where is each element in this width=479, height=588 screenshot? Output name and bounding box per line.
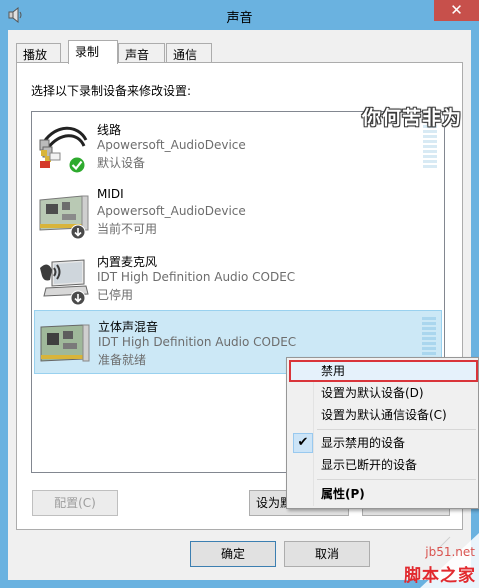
menu-separator	[317, 479, 476, 480]
device-name: MIDI	[97, 187, 124, 201]
sound-card-icon	[40, 324, 90, 362]
default-check-icon	[68, 156, 86, 174]
menu-item-set-default[interactable]: 设置为默认设备(D)	[289, 382, 478, 404]
down-arrow-icon	[70, 290, 86, 306]
menu-item-show-disabled[interactable]: ✔ 显示禁用的设备	[289, 432, 478, 454]
title-bar[interactable]: 声音 ✕	[0, 0, 479, 30]
close-button[interactable]: ✕	[434, 0, 479, 21]
context-menu: 禁用 设置为默认设备(D) 设置为默认通信设备(C) ✔ 显示禁用的设备 显示已…	[286, 357, 479, 509]
down-arrow-icon	[70, 224, 86, 240]
device-midi[interactable]: MIDI Apowersoft_AudioDevice 当前不可用	[34, 180, 442, 244]
watermark-domain: jb51.net	[425, 545, 475, 559]
overlay-caption: 你何苦非为	[362, 107, 463, 129]
device-driver: Apowersoft_AudioDevice	[97, 138, 246, 152]
menu-item-properties[interactable]: 属性(P)	[289, 483, 478, 505]
device-status: 准备就绪	[98, 353, 147, 367]
device-status: 当前不可用	[97, 222, 158, 236]
device-driver: IDT High Definition Audio CODEC	[97, 270, 296, 284]
cancel-button[interactable]: 取消	[284, 541, 370, 567]
device-name: 线路	[97, 123, 122, 137]
window-title: 声音	[226, 11, 253, 26]
menu-separator	[317, 429, 476, 430]
device-driver: IDT High Definition Audio CODEC	[98, 335, 297, 349]
ok-button[interactable]: 确定	[190, 541, 276, 567]
configure-button[interactable]: 配置(C)	[32, 490, 118, 516]
check-icon: ✔	[293, 433, 313, 453]
menu-item-set-default-comm[interactable]: 设置为默认通信设备(C)	[289, 404, 478, 426]
menu-item-label: 显示禁用的设备	[321, 436, 406, 450]
device-driver: Apowersoft_AudioDevice	[97, 204, 246, 218]
tab-sounds[interactable]: 声音	[118, 43, 165, 63]
tab-communications[interactable]: 通信	[166, 43, 212, 63]
instruction-text: 选择以下录制设备来修改设置:	[31, 84, 192, 98]
device-status: 已停用	[97, 288, 134, 302]
tab-playback[interactable]: 播放	[16, 43, 61, 63]
menu-item-disable[interactable]: 禁用	[289, 360, 478, 382]
menu-item-show-disconnected[interactable]: 显示已断开的设备	[289, 454, 478, 476]
tab-recording[interactable]: 录制	[68, 40, 118, 64]
device-name: 立体声混音	[98, 320, 159, 334]
device-status: 默认设备	[97, 156, 146, 170]
device-builtin-mic[interactable]: 内置麦克风 IDT High Definition Audio CODEC 已停…	[34, 246, 442, 310]
device-name: 内置麦克风	[97, 255, 158, 269]
watermark-brand: 脚本之家	[404, 566, 476, 586]
